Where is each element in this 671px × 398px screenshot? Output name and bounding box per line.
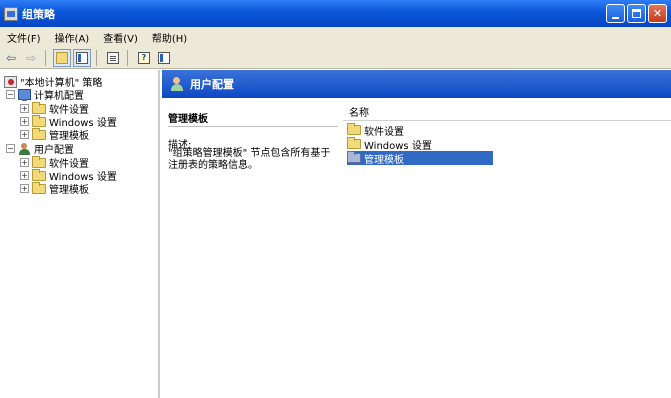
column-header-name[interactable]: 名称 [343,106,671,121]
maximize-icon [632,9,641,18]
details-pane: 用户配置 管理模板 描述: "组策略管理模板" 节点包含所有基于注册表的策略信息… [162,70,671,398]
show-hide-action-pane-button[interactable] [155,49,173,67]
list-item-windows-settings[interactable]: Windows 设置 [347,137,436,152]
list-item-label: 管理模板 [364,154,404,166]
expand-icon[interactable]: + [20,130,29,139]
folder-icon [32,101,46,114]
computer-icon [18,89,31,101]
folder-up-icon [56,51,68,64]
tree-item-user-admin-templates[interactable]: + 管理模板 [20,181,89,196]
expand-icon[interactable]: + [20,171,29,180]
folder-icon [32,114,46,127]
tree-label: 管理模板 [49,185,89,196]
collapse-icon[interactable]: − [6,90,15,99]
tree-item-computer-admin-templates[interactable]: + 管理模板 [20,127,89,142]
list-item-label: Windows 设置 [364,140,432,152]
expand-icon[interactable]: + [20,158,29,167]
list-item-software-settings[interactable]: 软件设置 [347,123,408,138]
description-text: "组策略管理模板" 节点包含所有基于注册表的策略信息。 [168,148,331,171]
tree-item-user-config[interactable]: − 用户配置 [6,142,74,156]
help-icon: ? [138,51,150,64]
export-list-button[interactable] [104,49,122,67]
forward-arrow-icon: ⇨ [25,50,37,65]
user-config-icon [170,77,184,91]
list-item-admin-templates[interactable]: 管理模板 [347,151,493,166]
export-list-icon [107,51,119,64]
menu-bar: 文件(F) 操作(A) 查看(V) 帮助(H) [0,27,671,47]
toolbar-separator [96,49,97,66]
title-bar: 组策略 ✕ [0,0,671,27]
menu-view[interactable]: 查看(V) [96,30,145,45]
list-item-label: 软件设置 [364,126,404,138]
folder-icon [32,181,46,194]
forward-button[interactable]: ⇨ [22,49,40,67]
toolbar-separator [127,49,128,66]
tree-label: 管理模板 [49,131,89,142]
collapse-icon[interactable]: − [6,144,15,153]
toolbar-separator [45,49,46,66]
expand-icon[interactable]: + [20,117,29,126]
folder-icon [347,151,361,163]
folder-icon [347,123,361,135]
description-title: 管理模板 [168,114,208,125]
folder-icon [32,168,46,181]
minimize-icon [612,16,619,19]
details-header: 用户配置 [162,70,671,98]
up-one-level-button[interactable] [53,48,71,67]
column-header-label: 名称 [349,108,369,119]
show-hide-tree-button[interactable] [73,48,91,67]
tree-item-computer-config[interactable]: − 计算机配置 [6,88,84,102]
expand-icon[interactable]: + [20,184,29,193]
window-controls: ✕ [606,4,667,23]
folder-icon [32,155,46,168]
action-pane-icon [158,51,170,64]
group-policy-app-icon [4,6,18,21]
console-tree-icon [76,51,88,64]
back-button[interactable]: ⇦ [2,49,20,67]
close-icon: ✕ [652,7,663,20]
menu-action[interactable]: 操作(A) [48,30,97,45]
close-button[interactable]: ✕ [648,4,667,23]
expand-icon[interactable]: + [20,104,29,113]
menu-file[interactable]: 文件(F) [0,30,48,45]
tree-label: 用户配置 [34,145,74,156]
window-title: 组策略 [22,7,55,21]
minimize-button[interactable] [606,4,625,23]
user-config-icon [18,142,31,155]
policy-icon [4,75,17,88]
console-tree: "本地计算机" 策略 − 计算机配置 + 软件设置 + Windows 设置 +… [0,70,160,398]
help-button[interactable]: ? [135,49,153,67]
tree-label: 计算机配置 [34,91,84,102]
back-arrow-icon: ⇦ [5,50,17,65]
details-header-title: 用户配置 [190,78,234,91]
maximize-button[interactable] [627,4,646,23]
toolbar: ⇦ ⇨ ? [0,47,671,69]
folder-icon [32,127,46,140]
description-divider [168,126,338,127]
folder-icon [347,137,361,149]
menu-help[interactable]: 帮助(H) [145,30,194,45]
